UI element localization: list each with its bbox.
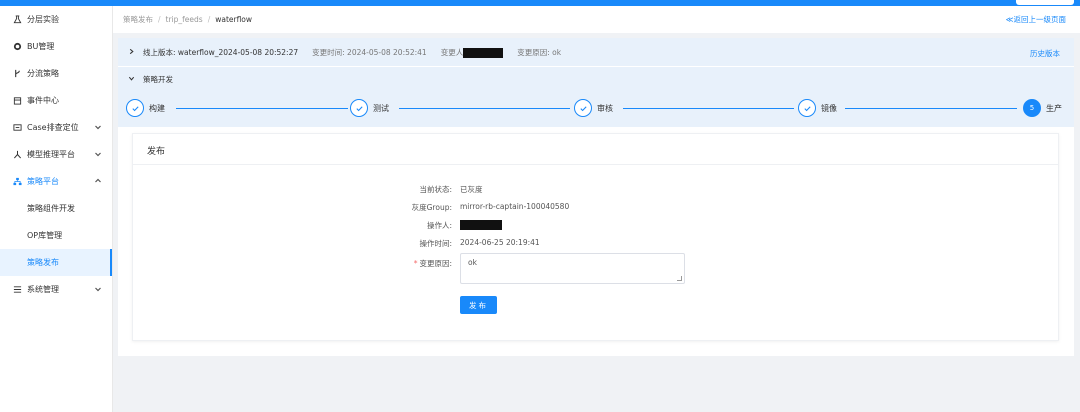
changer-label: 变更人	[440, 47, 464, 57]
sidebar-item-experiment[interactable]: 分层实验	[0, 6, 112, 33]
sidebar-subitem-label: 策略组件开发	[27, 204, 75, 213]
sidebar-item-bu[interactable]: BU管理	[0, 33, 112, 60]
step-build[interactable]: 构建	[126, 99, 165, 117]
status-value: 已灰度	[460, 185, 483, 194]
main-card: 线上版本: waterflow_2024-05-08 20:52:27 变更时间…	[118, 38, 1074, 356]
chevron-down-icon	[94, 285, 102, 293]
back-link[interactable]: ≪返回上一级页面	[1006, 14, 1066, 25]
sidebar-item-label: 模型推理平台	[27, 150, 75, 159]
breadcrumb: 策略发布 / trip_feeds / waterflow ≪返回上一级页面	[113, 6, 1080, 33]
model-icon	[12, 150, 22, 160]
required-asterisk: *	[413, 259, 418, 268]
reason-label-text: 变更原因:	[419, 259, 452, 268]
sidebar-subitem-component-dev[interactable]: 策略组件开发	[0, 195, 112, 222]
monitor-icon	[12, 123, 22, 133]
sitemap-icon	[12, 177, 22, 187]
panel-title: 发布	[147, 147, 166, 157]
sidebar-item-strategy-split[interactable]: 分流策略	[0, 60, 112, 87]
time-label: 操作时间:	[419, 239, 452, 248]
sidebar-item-label: 系统管理	[27, 285, 59, 294]
reason-row: * 变更原因: ok	[133, 253, 1058, 285]
step-review[interactable]: 审核	[574, 99, 613, 117]
step-connector	[623, 108, 794, 109]
calendar-icon	[12, 96, 22, 106]
breadcrumb-item[interactable]: trip_feeds	[166, 15, 203, 24]
online-version: 线上版本: waterflow_2024-05-08 20:52:27	[143, 47, 299, 57]
check-icon	[126, 99, 144, 117]
publish-panel: 发布 当前状态: 已灰度 灰度Group: mirror-rb-captain-…	[132, 133, 1059, 341]
step-mirror[interactable]: 镜像	[798, 99, 837, 117]
steps-bar: 构建 测试 审核 镜像 5 生产	[118, 91, 1074, 127]
reason-label: * 变更原因:	[414, 258, 452, 269]
chevron-down-icon	[94, 123, 102, 131]
top-right-tab[interactable]	[1016, 0, 1074, 5]
chevron-up-icon	[94, 177, 102, 185]
sidebar-subitem-op-library[interactable]: OP库管理	[0, 222, 112, 249]
globe-icon	[12, 42, 22, 52]
status-label: 当前状态:	[419, 185, 452, 194]
sidebar: 分层实验 BU管理 分流策略 事件中心 Case排查定位 模型推理平台 策略平台…	[0, 6, 113, 412]
sidebar-item-model-inference[interactable]: 模型推理平台	[0, 141, 112, 168]
step-connector	[176, 108, 348, 109]
step-production[interactable]: 5 生产	[1023, 99, 1062, 117]
resize-handle-icon[interactable]	[677, 276, 682, 281]
breadcrumb-current: waterflow	[215, 15, 253, 24]
check-icon	[350, 99, 368, 117]
step-label: 测试	[373, 103, 389, 113]
operator-label: 操作人:	[426, 221, 452, 230]
chevron-down-icon[interactable]	[128, 75, 135, 84]
step-label: 镜像	[821, 103, 837, 113]
sidebar-item-label: 分层实验	[27, 15, 59, 24]
chevron-down-icon	[94, 150, 102, 158]
online-version-bar[interactable]: 线上版本: waterflow_2024-05-08 20:52:27 变更时间…	[118, 38, 1074, 66]
step-test[interactable]: 测试	[350, 99, 389, 117]
step-label: 审核	[597, 103, 613, 113]
breadcrumb-separator: /	[207, 15, 211, 24]
breadcrumb-separator: /	[158, 15, 161, 24]
sidebar-subitem-label: OP库管理	[27, 231, 63, 240]
sidebar-subitem-strategy-publish[interactable]: 策略发布	[0, 249, 112, 276]
sidebar-item-label: Case排查定位	[27, 123, 79, 132]
time-value: 2024-06-25 20:19:41	[460, 238, 540, 247]
sidebar-subitem-label: 策略发布	[27, 258, 59, 267]
sidebar-item-label: BU管理	[27, 42, 55, 51]
divider	[133, 164, 1058, 165]
redacted-block	[460, 220, 502, 230]
sidebar-item-strategy-platform[interactable]: 策略平台	[0, 168, 112, 195]
history-version-link[interactable]: 历史版本	[1030, 48, 1060, 59]
step-label: 构建	[149, 103, 165, 113]
change-reason: 变更原因: ok	[517, 47, 562, 57]
chevron-right-icon[interactable]	[128, 48, 135, 57]
sidebar-item-event-center[interactable]: 事件中心	[0, 87, 112, 114]
group-value: mirror-rb-captain-100040580	[460, 202, 570, 211]
list-icon	[12, 285, 22, 295]
step-number: 5	[1023, 99, 1041, 117]
flask-icon	[12, 15, 22, 25]
sidebar-item-label: 事件中心	[27, 96, 59, 105]
step-label: 生产	[1046, 103, 1062, 113]
check-icon	[574, 99, 592, 117]
changer: 变更人	[441, 47, 504, 58]
sidebar-item-label: 分流策略	[27, 69, 59, 78]
sidebar-item-system-admin[interactable]: 系统管理	[0, 276, 112, 303]
change-time: 变更时间: 2024-05-08 20:52:41	[312, 47, 427, 57]
branch-icon	[12, 69, 22, 79]
step-connector	[845, 108, 1017, 109]
group-label: 灰度Group:	[411, 203, 452, 212]
section-title: 策略开发	[143, 74, 173, 84]
redacted-block	[463, 47, 504, 58]
breadcrumb-item[interactable]: 策略发布	[123, 14, 153, 25]
publish-button[interactable]: 发布	[460, 296, 497, 314]
section-header[interactable]: 策略开发	[118, 67, 1074, 91]
step-connector	[399, 108, 570, 109]
reason-textarea[interactable]: ok	[460, 253, 685, 284]
sidebar-item-label: 策略平台	[27, 177, 59, 186]
sidebar-item-case-debug[interactable]: Case排查定位	[0, 114, 112, 141]
check-icon	[798, 99, 816, 117]
reason-value: ok	[468, 258, 477, 267]
